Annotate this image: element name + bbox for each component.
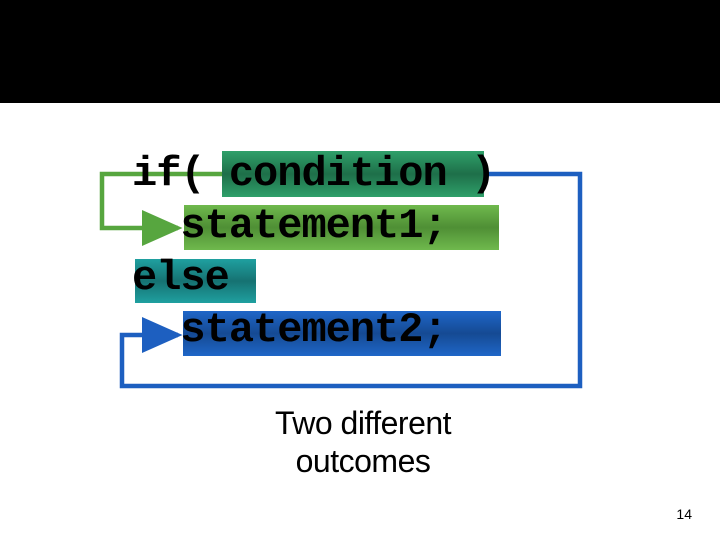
indent-2 — [132, 306, 180, 354]
code-line-3: else — [132, 252, 495, 304]
semi-1: ; — [422, 202, 446, 250]
condition-text: condition — [205, 150, 471, 198]
code-line-1: if( condition ) — [132, 148, 495, 200]
code-line-2: statement1; — [132, 200, 495, 252]
kw-else: else — [132, 254, 229, 302]
semi-2: ; — [422, 306, 446, 354]
indent-1 — [132, 202, 180, 250]
code-block: if( condition ) statement1; else stateme… — [132, 148, 495, 356]
statement1-text: statement1 — [180, 202, 422, 250]
caption-line-2: outcomes — [233, 442, 493, 480]
paren-close: ) — [471, 150, 495, 198]
kw-if: if — [132, 150, 180, 198]
caption-line-1: Two different — [233, 404, 493, 442]
caption: Two different outcomes — [233, 404, 493, 480]
paren-open: ( — [180, 150, 204, 198]
code-line-4: statement2; — [132, 304, 495, 356]
statement2-text: statement2 — [180, 306, 422, 354]
